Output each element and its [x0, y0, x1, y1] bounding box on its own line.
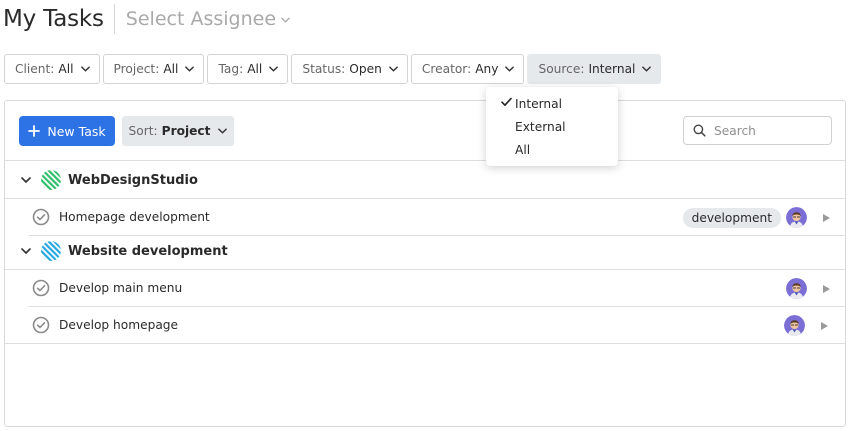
task-meta [784, 307, 829, 344]
complete-task-checkbox[interactable] [32, 208, 50, 226]
checkmark-icon [501, 97, 512, 106]
search-input[interactable] [714, 123, 824, 138]
tag-filter[interactable]: Tag: All [207, 54, 289, 84]
filter-label: Source: [538, 62, 585, 76]
option-label: External [515, 119, 566, 134]
chevron-down-icon [281, 17, 290, 23]
new-task-button[interactable]: New Task [19, 116, 115, 146]
start-timer-button[interactable] [819, 321, 829, 331]
play-icon [819, 321, 829, 331]
plus-icon [28, 125, 41, 137]
filter-label: Tag: [218, 62, 244, 76]
project-color-icon [41, 170, 61, 190]
project-color-icon [41, 241, 61, 261]
play-icon [821, 213, 831, 223]
task-toolbar: New Task Sort: Project [5, 101, 845, 161]
source-dropdown-menu: Internal External All [486, 87, 618, 166]
complete-task-checkbox[interactable] [32, 316, 50, 334]
select-assignee-label: Select Assignee [125, 8, 277, 30]
filter-value: All [58, 62, 74, 76]
chevron-down-icon [218, 128, 227, 134]
filter-label: Creator: [421, 62, 472, 76]
play-icon [821, 284, 831, 294]
start-timer-button[interactable] [821, 284, 831, 294]
filter-bar: Client: All Project: All Tag: All Status… [4, 54, 662, 84]
search-box[interactable] [683, 116, 832, 145]
filter-value: Any [475, 62, 499, 76]
assignee-avatar[interactable] [786, 278, 807, 299]
source-filter[interactable]: Source: Internal [527, 54, 662, 84]
chevron-down-icon [269, 66, 278, 72]
header-divider [113, 4, 115, 34]
user-avatar-icon [786, 278, 807, 299]
task-row[interactable]: Develop homepage [5, 307, 845, 344]
status-filter[interactable]: Status: Open [291, 54, 408, 84]
filter-value: All [163, 62, 179, 76]
task-meta: development [682, 199, 831, 236]
assignee-avatar[interactable] [786, 207, 807, 228]
collapse-toggle[interactable] [21, 248, 31, 254]
task-meta [786, 270, 831, 307]
assignee-avatar[interactable] [784, 315, 805, 336]
option-label: All [515, 142, 531, 157]
project-name: Website development [68, 243, 228, 259]
sort-button[interactable]: Sort: Project [122, 116, 234, 146]
task-row[interactable]: Develop main menu [29, 270, 845, 307]
collapse-toggle[interactable] [21, 177, 31, 183]
project-group-website-development: Website development [5, 233, 845, 270]
client-filter[interactable]: Client: All [4, 54, 100, 84]
source-option-all[interactable]: All [486, 138, 618, 161]
filter-value: Open [349, 62, 382, 76]
complete-task-checkbox[interactable] [32, 279, 50, 297]
project-filter[interactable]: Project: All [102, 54, 205, 84]
filter-value: All [247, 62, 263, 76]
page-title: My Tasks [3, 6, 104, 32]
option-label: Internal [515, 96, 562, 111]
source-option-external[interactable]: External [486, 115, 618, 138]
new-task-label: New Task [47, 123, 106, 139]
chevron-down-icon [505, 66, 514, 72]
chevron-down-icon [185, 66, 194, 72]
task-panel: New Task Sort: Project WebDesignStudio H… [4, 100, 846, 427]
filter-value: Internal [588, 62, 636, 76]
check-circle-icon [32, 316, 50, 334]
sort-label: Sort: [128, 124, 158, 138]
chevron-down-icon [389, 66, 398, 72]
filter-label: Client: [15, 62, 55, 76]
task-name[interactable]: Homepage development [59, 210, 210, 224]
select-assignee-dropdown[interactable]: Select Assignee [126, 8, 290, 30]
check-circle-icon [32, 279, 50, 297]
chevron-down-icon [81, 66, 90, 72]
task-tag[interactable]: development [682, 207, 781, 228]
sort-value: Project [161, 124, 211, 138]
task-name[interactable]: Develop homepage [59, 318, 178, 332]
project-name: WebDesignStudio [68, 172, 198, 188]
chevron-down-icon [21, 248, 31, 254]
source-option-internal[interactable]: Internal [486, 92, 618, 115]
chevron-down-icon [642, 66, 651, 72]
check-circle-icon [32, 208, 50, 226]
start-timer-button[interactable] [821, 213, 831, 223]
project-group-webdesignstudio: WebDesignStudio [5, 162, 845, 199]
filter-label: Project: [113, 62, 160, 76]
user-avatar-icon [786, 207, 807, 228]
chevron-down-icon [21, 177, 31, 183]
creator-filter[interactable]: Creator: Any [410, 54, 525, 84]
user-avatar-icon [784, 315, 805, 336]
filter-label: Status: [302, 62, 346, 76]
page-header: My Tasks Select Assignee [3, 4, 290, 34]
task-row[interactable]: Homepage development development [29, 199, 845, 236]
task-name[interactable]: Develop main menu [59, 281, 182, 295]
search-icon [693, 124, 706, 137]
